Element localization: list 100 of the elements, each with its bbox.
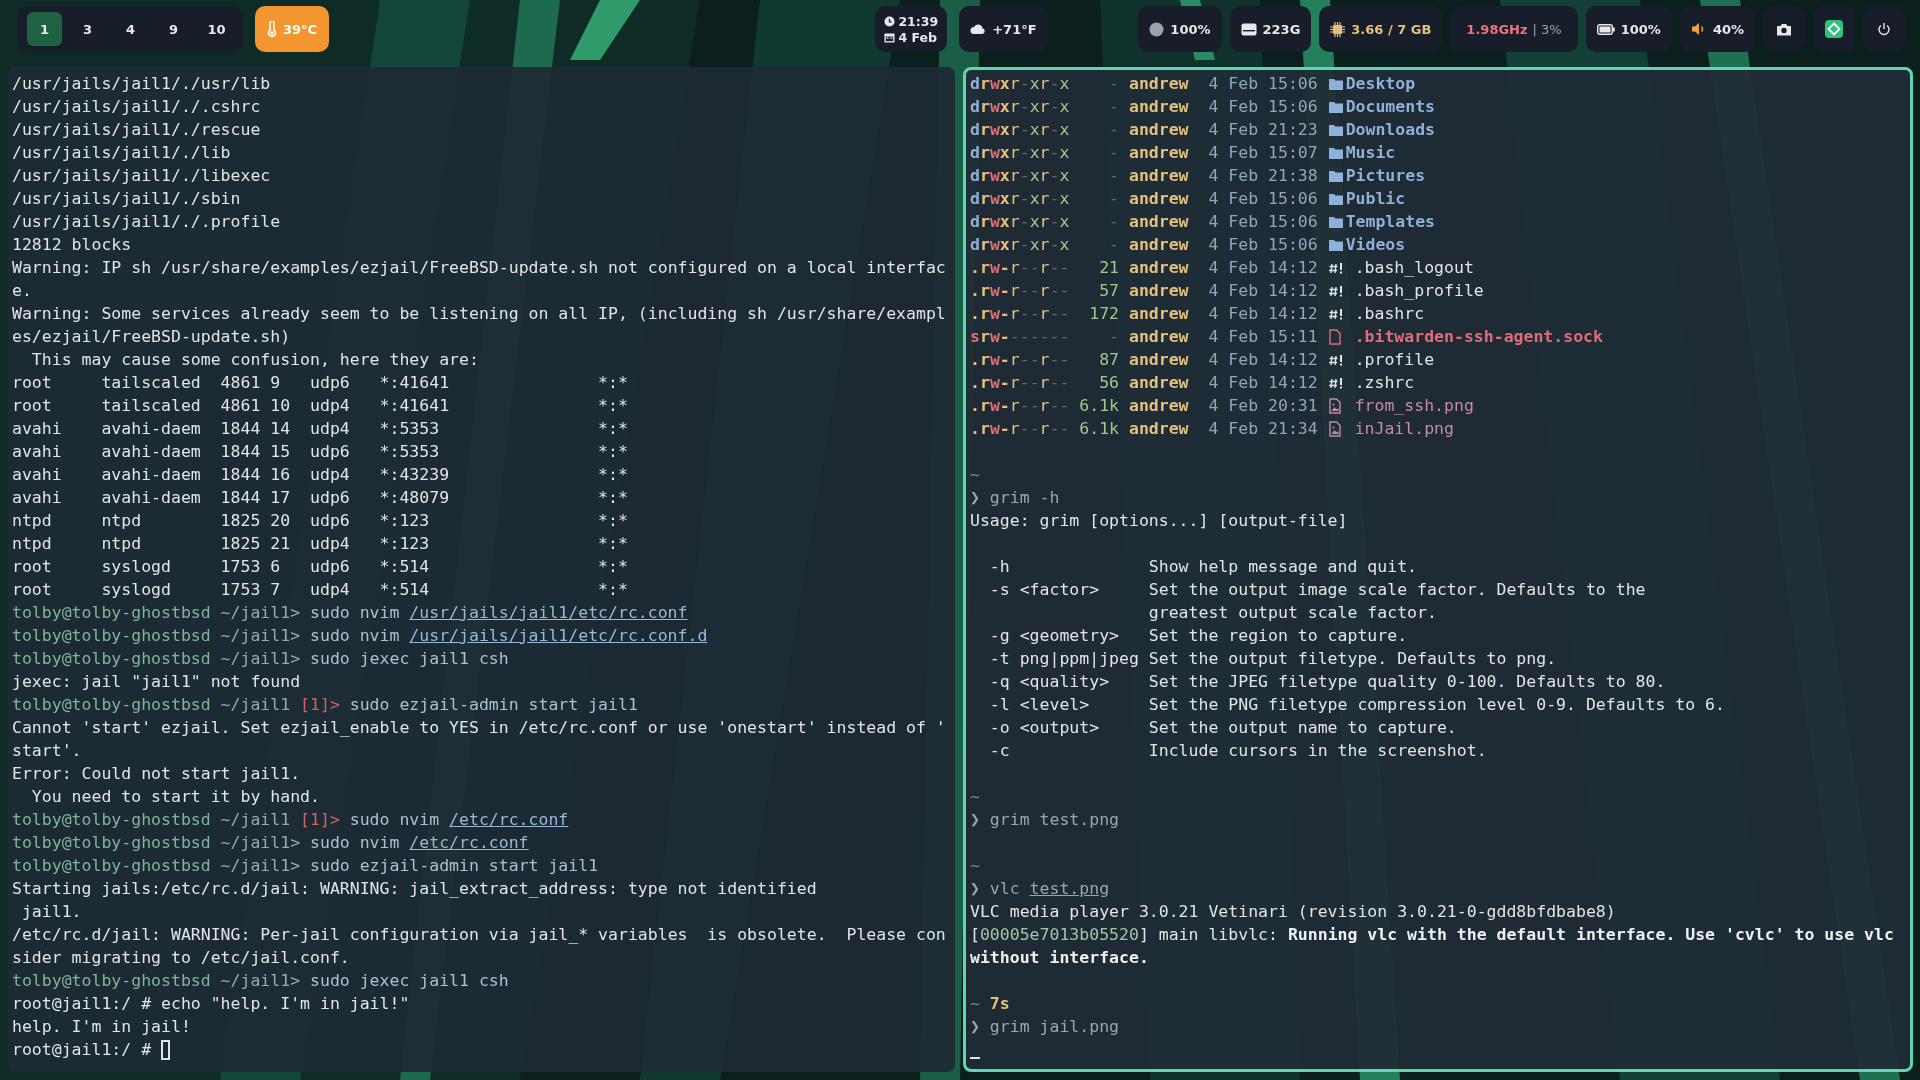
address-text: 00005e7013b05520 <box>979 924 1139 946</box>
output-text: root syslogd 1753 7 udp4 *:514 *:* <box>12 579 628 601</box>
prompt-path: ~/jail1> <box>220 625 301 647</box>
permissions-text: .rw-r--r-- <box>970 257 1070 279</box>
output-text: -q <quality> Set the JPEG filetype quality 0-100. Defaults to 80. <box>988 671 1666 693</box>
output-text: -l <level> Set the PNG filetype compression level 0-9. Defaults to 6. <box>988 694 1725 716</box>
prompt-arrow: ❯ <box>970 1016 980 1038</box>
prompt-tilde: ~ <box>970 855 980 877</box>
owner-text: andrew <box>1128 257 1189 279</box>
permissions-text: drwxr-xr-x <box>970 142 1070 164</box>
file-link[interactable]: /usr/jails/jail1/etc/rc.conf.d <box>409 624 708 647</box>
output-text: /usr/jails/jail1/./usr/lib <box>12 73 271 95</box>
workspace-button[interactable]: 9 <box>156 12 191 46</box>
script-icon <box>1327 306 1344 321</box>
command-text: grim test.png <box>989 809 1119 831</box>
output-text: sider migrating to /etc/jail.conf. <box>12 947 350 969</box>
workspace-button[interactable]: 3 <box>70 12 105 46</box>
circle-icon <box>1149 21 1165 37</box>
file-name[interactable]: from_ssh.png <box>1354 394 1474 417</box>
folder-name[interactable]: Pictures <box>1345 164 1426 187</box>
owner-text: andrew <box>1128 142 1189 164</box>
folder-icon <box>1327 145 1344 160</box>
date-text: 4 Feb 14:12 <box>1208 303 1318 325</box>
output-text: Cannot 'start' ezjail. Set ezjail_enable to YES in /etc/rc.conf or use 'onestart' instead of ' <box>12 717 946 739</box>
value-text: 100% <box>1170 21 1211 37</box>
size-text: 6.1k <box>1079 395 1120 417</box>
output-text: 12812 blocks <box>12 234 132 256</box>
size-text: - <box>1108 96 1120 118</box>
camera-icon <box>1776 22 1792 36</box>
command-text: grim jail.png <box>989 1016 1119 1038</box>
exit-status: [1]> <box>300 809 340 831</box>
owner-text: andrew <box>1128 165 1189 187</box>
power-button[interactable] <box>1863 6 1905 52</box>
app-button[interactable] <box>1813 6 1855 52</box>
folder-name[interactable]: Templates <box>1345 210 1436 233</box>
exit-status: [1]> <box>300 694 340 716</box>
output-text: root@jail1:/ # echo "help. I'm in jail!" <box>12 993 410 1015</box>
file-link[interactable]: test.png <box>1029 877 1110 900</box>
folder-icon <box>1327 237 1344 252</box>
output-text: ntpd ntpd 1825 20 udp6 *:123 *:* <box>12 510 628 532</box>
date-text: 4 Feb 14:12 <box>1208 349 1318 371</box>
folder-icon <box>1327 168 1344 183</box>
prompt-path: ~/jail1> <box>220 970 301 992</box>
output-text: -t png|ppm|jpeg Set the output filetype. Defaults to png. <box>988 648 1557 670</box>
prompt-arrow: ❯ <box>970 809 980 831</box>
screenshot-button[interactable] <box>1763 6 1805 52</box>
permissions-text: drwxr-xr-x <box>970 165 1070 187</box>
folder-name[interactable]: Desktop <box>1345 72 1416 95</box>
file-name[interactable]: .bitwarden-ssh-agent.sock <box>1354 325 1603 348</box>
image-file-icon <box>1327 420 1342 437</box>
date-text: 4 Feb 20:31 <box>1208 395 1318 417</box>
workspace-button[interactable]: 10 <box>199 12 234 46</box>
file-link[interactable]: /etc/rc.conf <box>409 831 529 854</box>
temperature-text: 39°C <box>283 21 318 37</box>
date-text: 4 Feb 15:06 <box>1208 96 1318 118</box>
owner-text: andrew <box>1128 188 1189 210</box>
owner-text: andrew <box>1128 96 1189 118</box>
workspace-button[interactable]: 4 <box>113 12 148 46</box>
permissions-text: drwxr-xr-x <box>970 119 1070 141</box>
file-link[interactable]: /etc/rc.conf <box>449 808 569 831</box>
output-text: root syslogd 1753 6 udp6 *:514 *:* <box>12 556 628 578</box>
folder-icon <box>1327 191 1344 206</box>
file-name[interactable]: .profile <box>1354 348 1435 371</box>
folder-name[interactable]: Documents <box>1345 95 1436 118</box>
temperature-text: +71°F <box>992 21 1037 37</box>
prompt-tilde: ~ <box>970 464 980 486</box>
cloud-icon <box>970 23 987 35</box>
folder-icon <box>1327 214 1344 229</box>
script-icon <box>1327 375 1344 390</box>
command-text: sudo jexec jail1 csh <box>310 970 509 992</box>
output-text: /usr/jails/jail1/./.profile <box>12 211 281 233</box>
owner-text: andrew <box>1128 418 1189 440</box>
command-text: sudo ezjail-admin start jail1 <box>349 694 638 716</box>
owner-text: andrew <box>1128 234 1189 256</box>
file-name[interactable]: .bash_logout <box>1354 256 1474 279</box>
script-icon <box>1327 352 1344 367</box>
folder-name[interactable]: Videos <box>1345 233 1406 256</box>
output-text: start'. <box>12 740 82 762</box>
owner-text: andrew <box>1128 73 1189 95</box>
file-name[interactable]: inJail.png <box>1354 417 1454 440</box>
prompt-user: tolby@tolby-ghostbsd <box>12 625 211 647</box>
calendar-icon <box>884 31 896 43</box>
prompt-user: tolby@tolby-ghostbsd <box>12 694 211 716</box>
date-text: 4 Feb 15:06 <box>1208 211 1318 233</box>
prompt-path: ~/jail1 <box>220 809 291 831</box>
prompt-user: tolby@tolby-ghostbsd <box>12 648 211 670</box>
folder-name[interactable]: Public <box>1345 187 1406 210</box>
size-text: - <box>1108 73 1120 95</box>
permissions-text: drwxr-xr-x <box>970 96 1070 118</box>
workspace-button[interactable]: 1 <box>27 12 62 46</box>
file-name[interactable]: .bashrc <box>1354 302 1425 325</box>
prompt-tilde: ~ <box>970 786 980 808</box>
file-name[interactable]: .zshrc <box>1354 371 1415 394</box>
file-link[interactable]: /usr/jails/jail1/etc/rc.conf <box>409 601 688 624</box>
owner-text: andrew <box>1128 280 1189 302</box>
output-text: /usr/jails/jail1/./libexec <box>12 165 271 187</box>
file-name[interactable]: .bash_profile <box>1354 279 1484 302</box>
battery-icon <box>1596 23 1615 35</box>
folder-name[interactable]: Downloads <box>1345 118 1436 141</box>
folder-name[interactable]: Music <box>1345 141 1396 164</box>
